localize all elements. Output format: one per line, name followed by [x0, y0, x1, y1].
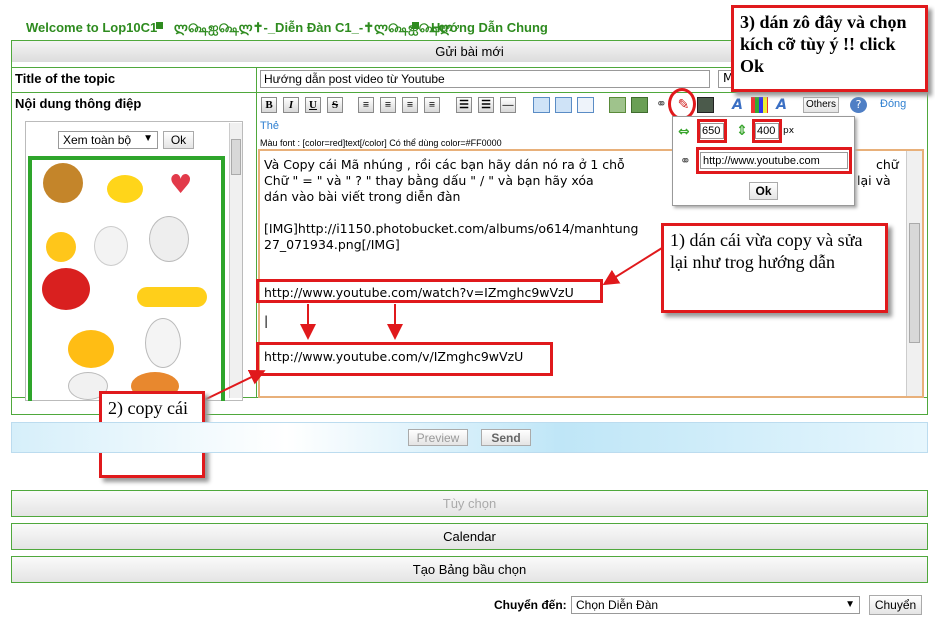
section-options[interactable]: Tùy chọn	[11, 490, 928, 517]
jump-label: Chuyển đến:	[494, 598, 567, 612]
jump-select[interactable]: Chọn Diễn Đàn ▼	[571, 596, 860, 614]
highlight-box-height	[752, 119, 782, 143]
popup-ok-button[interactable]: Ok	[749, 182, 778, 200]
width-arrow-icon: ⇔	[678, 124, 690, 140]
callout-step-1: 1) dán cái vừa copy và sửa lại như trog …	[661, 223, 888, 313]
highlight-box-url	[696, 147, 852, 174]
height-arrow-icon: ⇕	[736, 123, 748, 139]
action-bar	[11, 422, 928, 453]
section-poll[interactable]: Tạo Bảng bầu chọn	[11, 556, 928, 583]
preview-button[interactable]: Preview	[408, 429, 468, 446]
highlight-box-width	[697, 119, 727, 143]
link-icon: ⚭	[680, 154, 691, 169]
send-button[interactable]: Send	[481, 429, 531, 446]
jump-button[interactable]: Chuyển	[869, 595, 922, 615]
section-calendar[interactable]: Calendar	[11, 523, 928, 550]
unit-label: px	[783, 126, 795, 136]
chevron-down-icon: ▼	[845, 599, 855, 610]
jump-select-value: Chọn Diễn Đàn	[576, 598, 659, 612]
callout-step-3: 3) dán zô đây và chọn kích cỡ tùy ý !! c…	[731, 5, 928, 92]
